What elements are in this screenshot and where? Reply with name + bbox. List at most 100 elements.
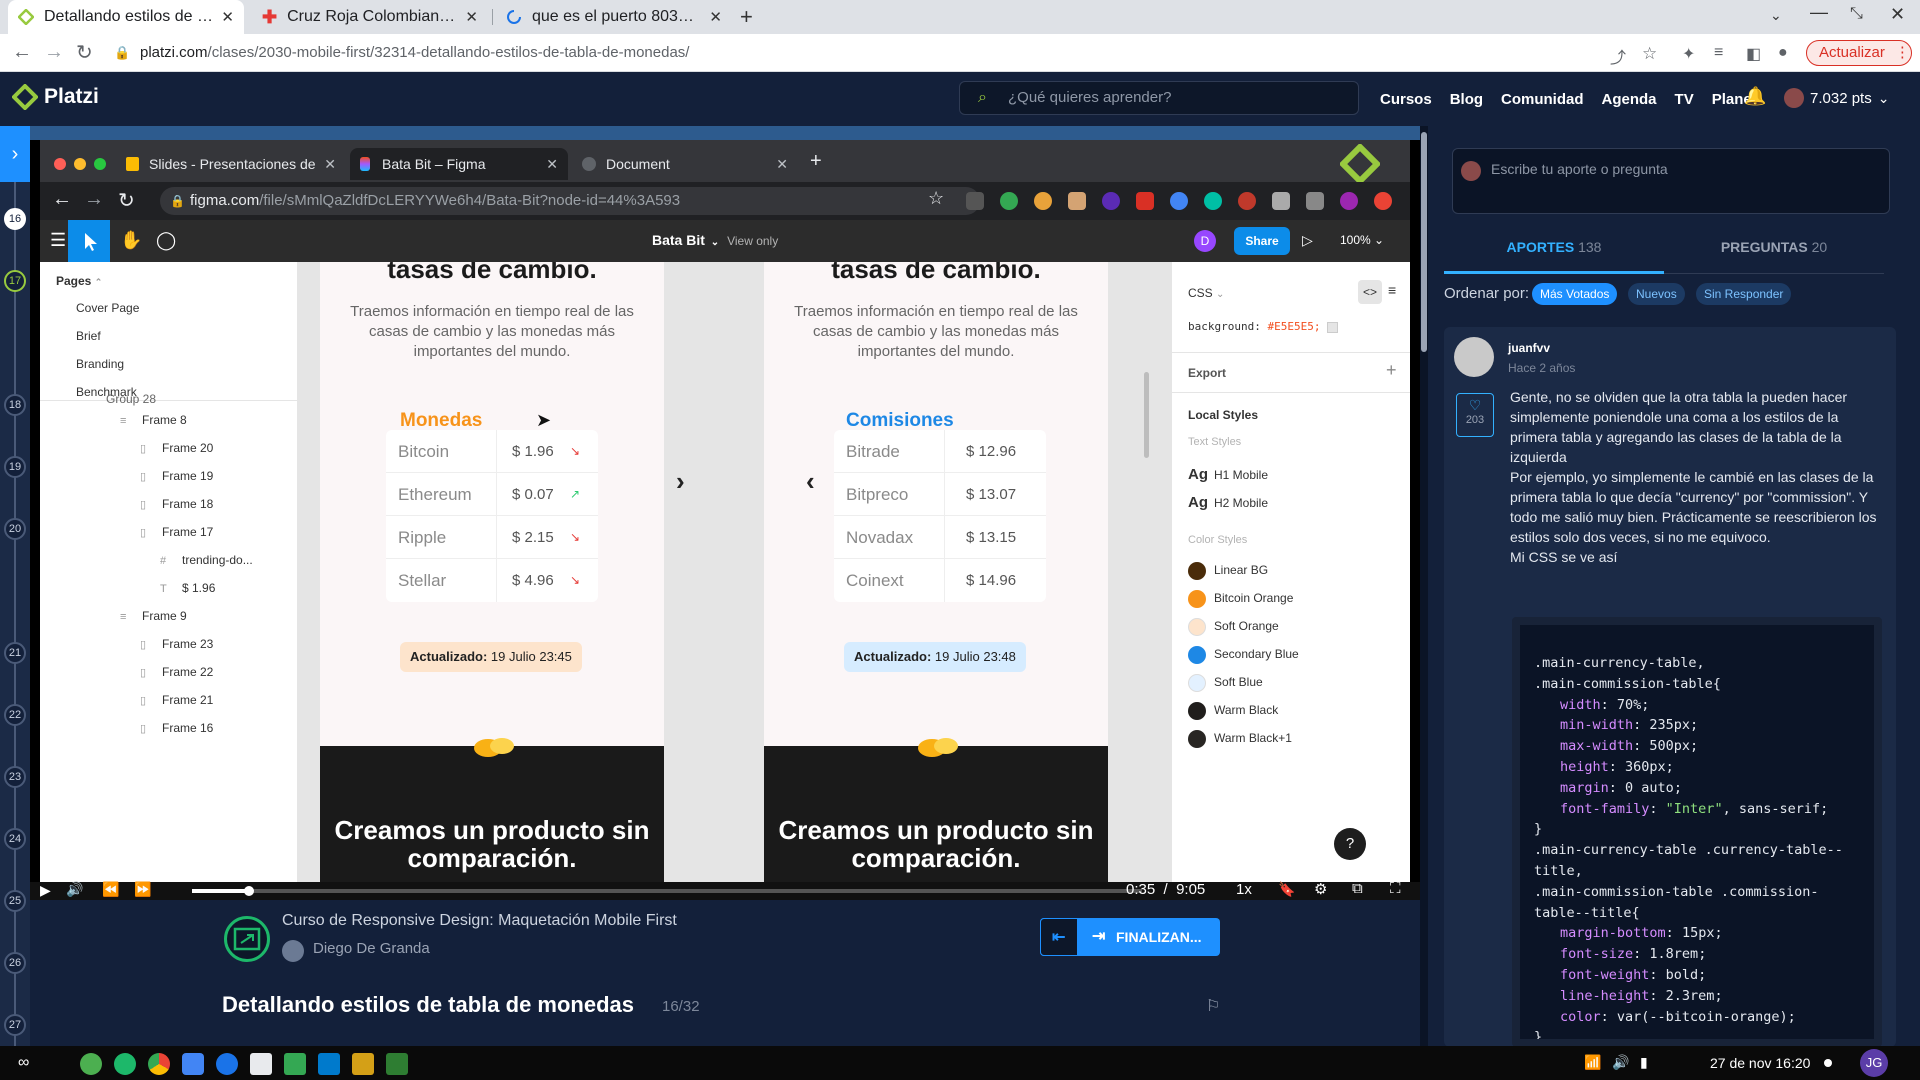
previous-class-button[interactable]: ⇤ — [1040, 918, 1078, 956]
close-window-icon[interactable]: ✕ — [1890, 4, 1905, 25]
forward-icon[interactable]: ⏩ — [134, 881, 151, 898]
timeline-item[interactable]: 25 — [4, 890, 26, 912]
user-points[interactable]: 7.032 pts ⌄ — [1784, 88, 1889, 108]
timeline-item[interactable]: 26 — [4, 952, 26, 974]
fullscreen-icon[interactable]: ⛶ — [1390, 880, 1401, 897]
timeline-item[interactable]: 19 — [4, 456, 26, 478]
page-scrollbar[interactable] — [1420, 126, 1428, 1046]
reading-list-icon[interactable]: ≡ — [1714, 44, 1732, 62]
timeline-item[interactable]: 17 — [4, 270, 26, 292]
picture-in-picture-icon[interactable]: ⧉ — [1352, 880, 1363, 897]
terminal-icon[interactable] — [386, 1053, 408, 1075]
comment-body: Gente, no se olviden que la otra tabla l… — [1510, 387, 1882, 567]
activities-icon[interactable]: ∞ — [18, 1054, 29, 1072]
progress-bar[interactable] — [192, 886, 1142, 896]
finish-class-button[interactable]: ⇤ ⇥ FINALIZAN... — [1040, 918, 1220, 956]
bookmark-star-icon[interactable]: ☆ — [1642, 44, 1660, 63]
report-flag-icon[interactable]: ⚐ — [1206, 996, 1220, 1016]
volume-icon[interactable]: 🔊 — [1612, 1054, 1629, 1071]
color-style-name: Bitcoin Orange — [1214, 591, 1294, 606]
app-launcher-icon[interactable] — [80, 1053, 102, 1075]
like-button[interactable]: ♡ 203 — [1456, 393, 1494, 437]
timeline-item[interactable]: 23 — [4, 766, 26, 788]
browser-tab[interactable]: que es el puerto 8030 en ✕ — [496, 0, 732, 34]
browser-tab[interactable]: ✚ Cruz Roja Colombiana Sec ✕ — [252, 0, 488, 34]
finish-label: FINALIZAN... — [1116, 929, 1202, 945]
extensions-icon[interactable]: ✦ — [1682, 44, 1700, 63]
settings-app-icon[interactable] — [352, 1053, 374, 1075]
timeline-item-current[interactable]: 16 — [4, 208, 26, 230]
notifications-bell-icon[interactable]: 🔔 — [1744, 86, 1766, 107]
filter-sin-responder[interactable]: Sin Responder — [1696, 283, 1792, 305]
close-tab-icon[interactable]: ✕ — [709, 8, 722, 26]
side-panel-icon[interactable]: ◧ — [1746, 44, 1764, 63]
spreadsheet-icon[interactable] — [284, 1053, 306, 1075]
user-avatar[interactable]: JG — [1860, 1049, 1888, 1077]
bookmark-icon[interactable]: 🔖 — [1278, 881, 1295, 898]
nav-tv[interactable]: TV — [1675, 91, 1694, 108]
nav-agenda[interactable]: Agenda — [1602, 91, 1657, 108]
nav-blog[interactable]: Blog — [1450, 91, 1483, 108]
filter-mas-votados[interactable]: Más Votados — [1532, 283, 1618, 305]
back-arrow-icon[interactable]: ← — [12, 41, 32, 64]
timeline-item[interactable]: 22 — [4, 704, 26, 726]
minimize-window-icon[interactable]: — — [1810, 2, 1828, 23]
course-title[interactable]: Curso de Responsive Design: Maquetación … — [282, 912, 677, 930]
address-bar[interactable]: 🔒 platzi.com/clases/2030-mobile-first/32… — [108, 39, 1588, 67]
expand-sidebar-icon[interactable]: › — [0, 126, 30, 182]
profile-icon[interactable]: ● — [1778, 44, 1796, 62]
chrome-icon[interactable] — [148, 1053, 170, 1075]
battery-icon[interactable]: ▮ — [1640, 1054, 1648, 1071]
reload-icon[interactable]: ↻ — [76, 40, 93, 65]
comment-time: Hace 2 años — [1508, 361, 1576, 375]
nav-comunidad[interactable]: Comunidad — [1501, 91, 1584, 108]
timeline-item[interactable]: 27 — [4, 1014, 26, 1036]
timeline-item[interactable]: 21 — [4, 642, 26, 664]
course-badge-icon[interactable] — [224, 916, 270, 962]
timeline-item[interactable]: 18 — [4, 394, 26, 416]
new-tab-icon[interactable]: + — [740, 4, 753, 30]
play-icon[interactable]: ▶ — [40, 882, 51, 899]
comment-input[interactable]: Escribe tu aporte o pregunta — [1452, 148, 1890, 214]
forward-arrow-icon[interactable]: → — [44, 41, 64, 64]
progress-handle[interactable] — [244, 886, 254, 896]
nav-cursos[interactable]: Cursos — [1380, 91, 1432, 108]
share-icon[interactable]: ⤴ — [1610, 44, 1628, 67]
tab-preguntas[interactable]: PREGUNTAS 20 — [1664, 234, 1884, 274]
scrollbar-thumb[interactable] — [1421, 132, 1427, 352]
volume-icon[interactable]: 🔊 — [66, 881, 83, 898]
app-platzi-icon[interactable] — [114, 1053, 136, 1075]
settings-gear-icon[interactable]: ⚙ — [1314, 880, 1327, 898]
cta-heading: Creamos un producto sin comparación. — [334, 815, 650, 873]
document-icon[interactable] — [250, 1053, 272, 1075]
tab-search-chevron-icon[interactable]: ⌄ — [1770, 7, 1782, 24]
app-files-icon[interactable] — [182, 1053, 204, 1075]
pocket-icon — [966, 192, 984, 210]
code-value: 2.3rem; — [1665, 987, 1723, 1004]
timeline-item[interactable]: 24 — [4, 828, 26, 850]
platzi-logo[interactable]: Platzi — [12, 84, 99, 110]
timeline-item[interactable]: 20 — [4, 518, 26, 540]
clock[interactable]: 27 de nov 16:20 — [1710, 1055, 1810, 1071]
close-tab-icon[interactable]: ✕ — [465, 8, 478, 26]
browser-tab-active[interactable]: Detallando estilos de tabla ✕ — [8, 0, 244, 34]
filter-nuevos[interactable]: Nuevos — [1628, 283, 1685, 305]
chromium-icon[interactable] — [216, 1053, 238, 1075]
playback-speed[interactable]: 1x — [1236, 881, 1252, 898]
teacher-name[interactable]: Diego De Granda — [313, 940, 430, 957]
rewind-icon[interactable]: ⏪ — [102, 881, 119, 898]
video-player[interactable]: Slides - Presentaciones de Go ✕ Bata Bit… — [30, 126, 1420, 900]
close-tab-icon[interactable]: ✕ — [221, 8, 234, 26]
updated-label: Actualizado: — [854, 649, 932, 664]
search-input[interactable]: ⌕ ¿Qué quieres aprender? — [959, 81, 1359, 115]
frame-section-title: Monedas — [400, 410, 483, 431]
comment-author[interactable]: juanfvv — [1508, 341, 1550, 355]
color-swatch-icon — [1188, 618, 1206, 636]
add-export-icon: + — [1386, 360, 1397, 380]
vscode-icon[interactable] — [318, 1053, 340, 1075]
restore-window-icon[interactable]: ⤡ — [1850, 5, 1863, 23]
avatar[interactable] — [1454, 337, 1494, 377]
tab-aportes[interactable]: APORTES 138 — [1444, 234, 1664, 274]
update-chrome-button[interactable]: Actualizar ⋮ — [1806, 40, 1912, 66]
wifi-icon[interactable]: 📶 — [1584, 1054, 1601, 1071]
